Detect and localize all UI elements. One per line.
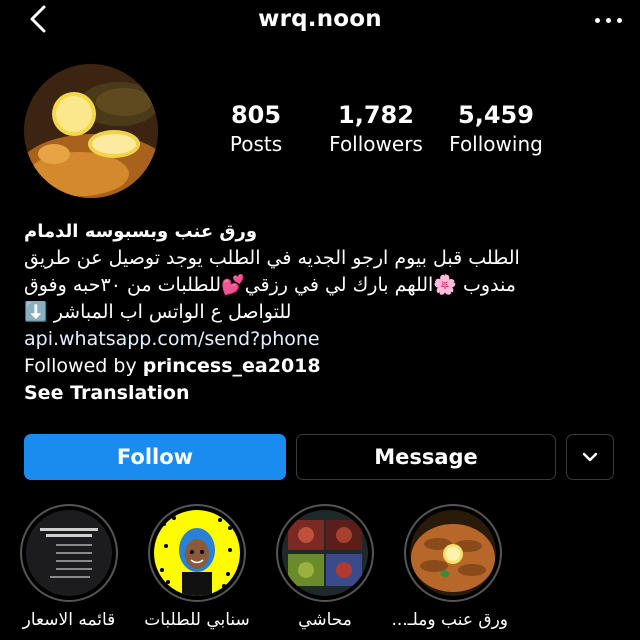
suggested-dropdown-button[interactable] — [566, 434, 614, 480]
bio-line-2: مندوب 🌸اللهم بارك لي في رزقي💕للطلبات من … — [24, 274, 516, 296]
followers-count: 1,782 — [338, 101, 414, 129]
followed-by[interactable]: Followed by princess_ea2018 — [24, 353, 616, 380]
highlight-label: ورق عنب وملـ... — [391, 610, 508, 630]
followed-by-user: princess_ea2018 — [142, 355, 321, 377]
story-highlights: قائمه الاسعار سنابي للطلبات محاشي ورق عن… — [0, 504, 640, 640]
grape-leaves-thumbnail — [410, 510, 496, 596]
highlight-label: سنابي للطلبات — [144, 610, 250, 630]
more-horizontal-icon — [594, 17, 600, 23]
following-count: 5,459 — [458, 101, 534, 129]
profile-avatar[interactable] — [24, 64, 158, 198]
see-translation-link[interactable]: See Translation — [24, 380, 616, 407]
snapchat-bitmoji-thumbnail — [154, 510, 240, 596]
more-options-button[interactable] — [588, 12, 628, 28]
bio-link[interactable]: api.whatsapp.com/send?phone — [24, 326, 616, 353]
followed-by-prefix: Followed by — [24, 355, 143, 377]
stuffed-food-thumbnail — [282, 510, 368, 596]
price-list-thumbnail — [26, 510, 112, 596]
bio-line-1: الطلب قبل بيوم ارجو الجديه في الطلب يوجد… — [24, 247, 520, 269]
highlight-item[interactable]: سنابي للطلبات — [142, 504, 252, 630]
highlight-label: محاشي — [298, 610, 352, 630]
posts-count: 805 — [230, 101, 282, 129]
message-button[interactable]: Message — [296, 434, 556, 480]
profile-bio: ورق عنب وبسبوسه الدمام الطلب قبل بيوم ار… — [24, 218, 616, 407]
profile-actions: Follow Message — [24, 434, 614, 480]
following-label: Following — [449, 132, 543, 156]
highlight-item[interactable]: محاشي — [270, 504, 380, 630]
bio-line-3: للتواصل ع الواتس اب المباشر ⬇️ — [24, 301, 292, 323]
posts-label: Posts — [229, 132, 283, 156]
top-bar: wrq.noon — [0, 0, 640, 44]
profile-username: wrq.noon — [258, 6, 382, 32]
followers-label: Followers — [329, 132, 423, 156]
profile-stats: 805 Posts 1,782 Followers 5,459 Followin… — [196, 100, 556, 158]
highlight-item[interactable]: ورق عنب وملـ... — [391, 504, 508, 630]
following-stat[interactable]: 5,459 Following — [436, 100, 556, 158]
chevron-down-icon — [582, 452, 598, 462]
highlight-item[interactable]: قائمه الاسعار — [14, 504, 124, 630]
posts-stat[interactable]: 805 Posts — [196, 100, 316, 158]
follow-button[interactable]: Follow — [24, 434, 286, 480]
profile-name: ورق عنب وبسبوسه الدمام — [24, 221, 258, 242]
food-photo — [24, 64, 158, 198]
highlight-label: قائمه الاسعار — [22, 610, 116, 630]
followers-stat[interactable]: 1,782 Followers — [316, 100, 436, 158]
